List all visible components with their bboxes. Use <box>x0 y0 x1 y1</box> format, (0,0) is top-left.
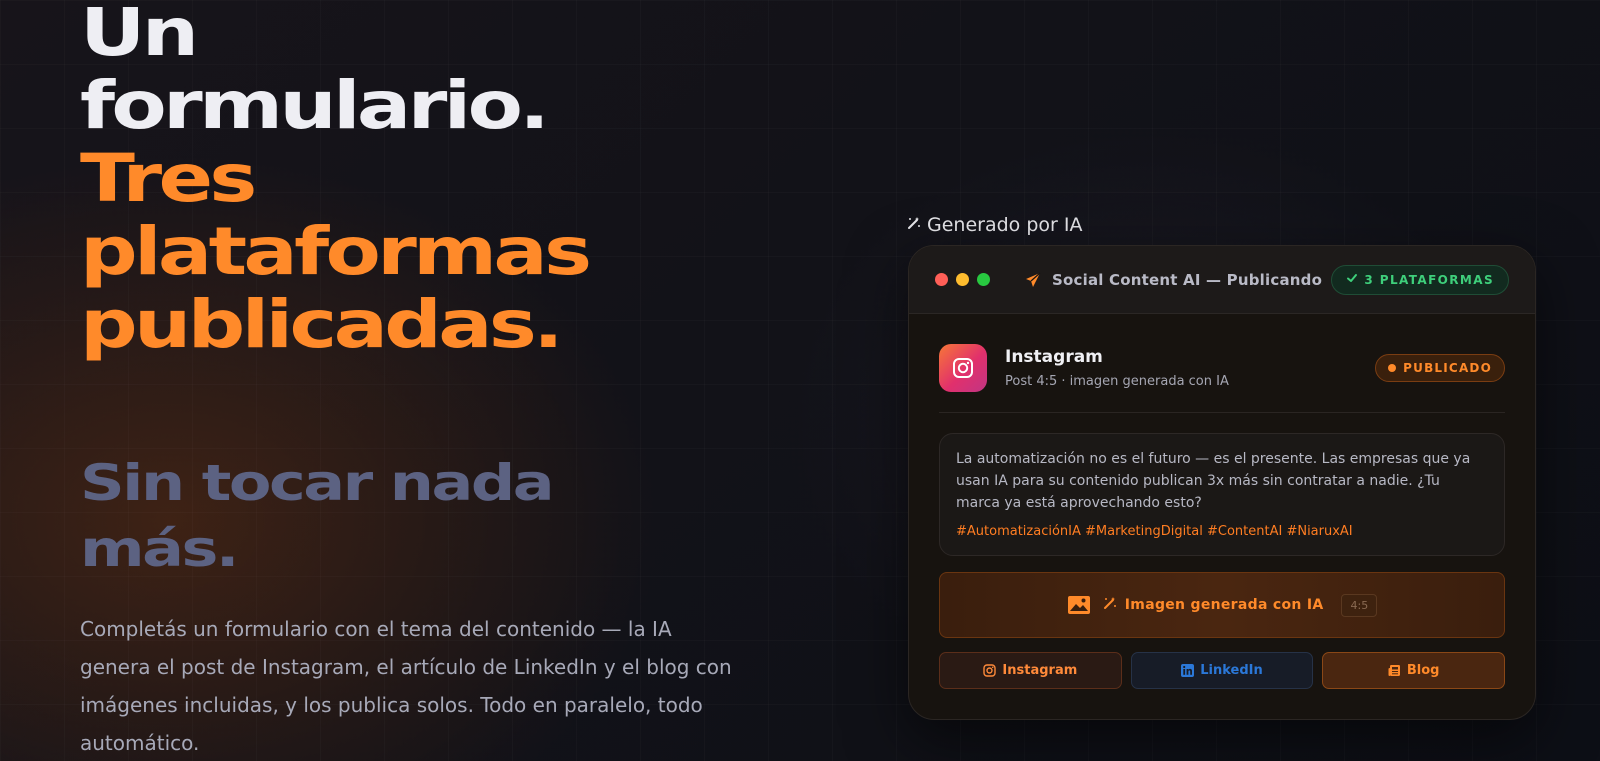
instagram-name: Instagram <box>1005 347 1103 367</box>
check-icon <box>1346 272 1358 287</box>
generated-image-text: Imagen generada con IA <box>1124 597 1324 613</box>
close-window-dot[interactable] <box>935 273 948 286</box>
card-title-text: Social Content AI — Publicando <box>1052 270 1323 289</box>
publishing-card: Social Content AI — Publicando 3 PLATAFO… <box>908 245 1536 720</box>
instagram-logo-icon <box>939 344 987 392</box>
newspaper-icon <box>1388 664 1401 677</box>
generated-image-placeholder: Imagen generada con IA 4:5 <box>939 572 1505 638</box>
platform-button-blog[interactable]: Blog <box>1322 652 1506 689</box>
card-window-header: Social Content AI — Publicando 3 PLATAFO… <box>909 246 1535 314</box>
hero-subtitle: Sin tocar nada más. <box>80 450 555 582</box>
hero-description: Completás un formulario con el tema del … <box>80 617 732 755</box>
post-preview: La automatización no es el futuro — es e… <box>939 433 1505 556</box>
platforms-count-badge: 3 PLATAFORMAS <box>1331 264 1509 295</box>
card-body: Instagram Post 4:5 · imagen generada con… <box>909 314 1535 689</box>
hero-title-line-4: plataformas <box>80 213 592 290</box>
platform-button-instagram-label: Instagram <box>1002 663 1078 678</box>
platforms-count-label: 3 PLATAFORMAS <box>1364 272 1494 287</box>
ai-generated-label: Generado por IA <box>927 214 1083 236</box>
maximize-window-dot[interactable] <box>977 273 990 286</box>
hero-title-line-2: formulario. <box>80 67 550 144</box>
platform-button-linkedin-label: LinkedIn <box>1200 663 1263 678</box>
post-hashtags: #AutomatizaciónIA #MarketingDigital #Con… <box>956 524 1353 539</box>
platform-button-linkedin[interactable]: LinkedIn <box>1130 652 1314 689</box>
ai-generated-tag: Generado por IA <box>907 214 1082 236</box>
linkedin-icon <box>1181 664 1195 677</box>
aspect-ratio-chip: 4:5 <box>1341 593 1378 617</box>
platform-buttons: Instagram LinkedIn Blog <box>939 652 1506 689</box>
hero-title: Un formulario. Tres plataformas publicad… <box>80 0 592 363</box>
platform-button-blog-label: Blog <box>1406 663 1440 678</box>
post-text: La automatización no es el futuro — es e… <box>956 451 1471 511</box>
platform-button-instagram[interactable]: Instagram <box>939 652 1122 689</box>
hero-title-line-1: Un <box>80 0 199 71</box>
hero-title-line-5: publicadas. <box>80 286 564 363</box>
magic-wand-icon <box>1103 596 1117 614</box>
window-controls <box>935 273 990 286</box>
status-dot-icon <box>1388 364 1397 372</box>
instagram-status-row: Instagram Post 4:5 · imagen generada con… <box>939 344 1505 413</box>
instagram-post-meta: Post 4:5 · imagen generada con IA <box>1005 374 1229 389</box>
hero-subtitle-line-2: más. <box>80 520 239 578</box>
published-status-badge: PUBLICADO <box>1375 354 1505 382</box>
hero-title-line-3: Tres <box>80 140 257 217</box>
hero-subtitle-line-1: Sin tocar nada <box>80 454 555 512</box>
magic-wand-icon <box>907 216 921 234</box>
instagram-icon <box>983 664 997 677</box>
generated-image-label: Imagen generada con IA <box>1103 596 1324 614</box>
minimize-window-dot[interactable] <box>956 273 969 286</box>
published-status-label: PUBLICADO <box>1403 361 1492 375</box>
image-icon <box>1067 595 1091 615</box>
paper-plane-icon <box>1024 271 1042 289</box>
instagram-info: Instagram Post 4:5 · imagen generada con… <box>1005 347 1229 389</box>
card-title: Social Content AI — Publicando <box>1024 271 1322 289</box>
